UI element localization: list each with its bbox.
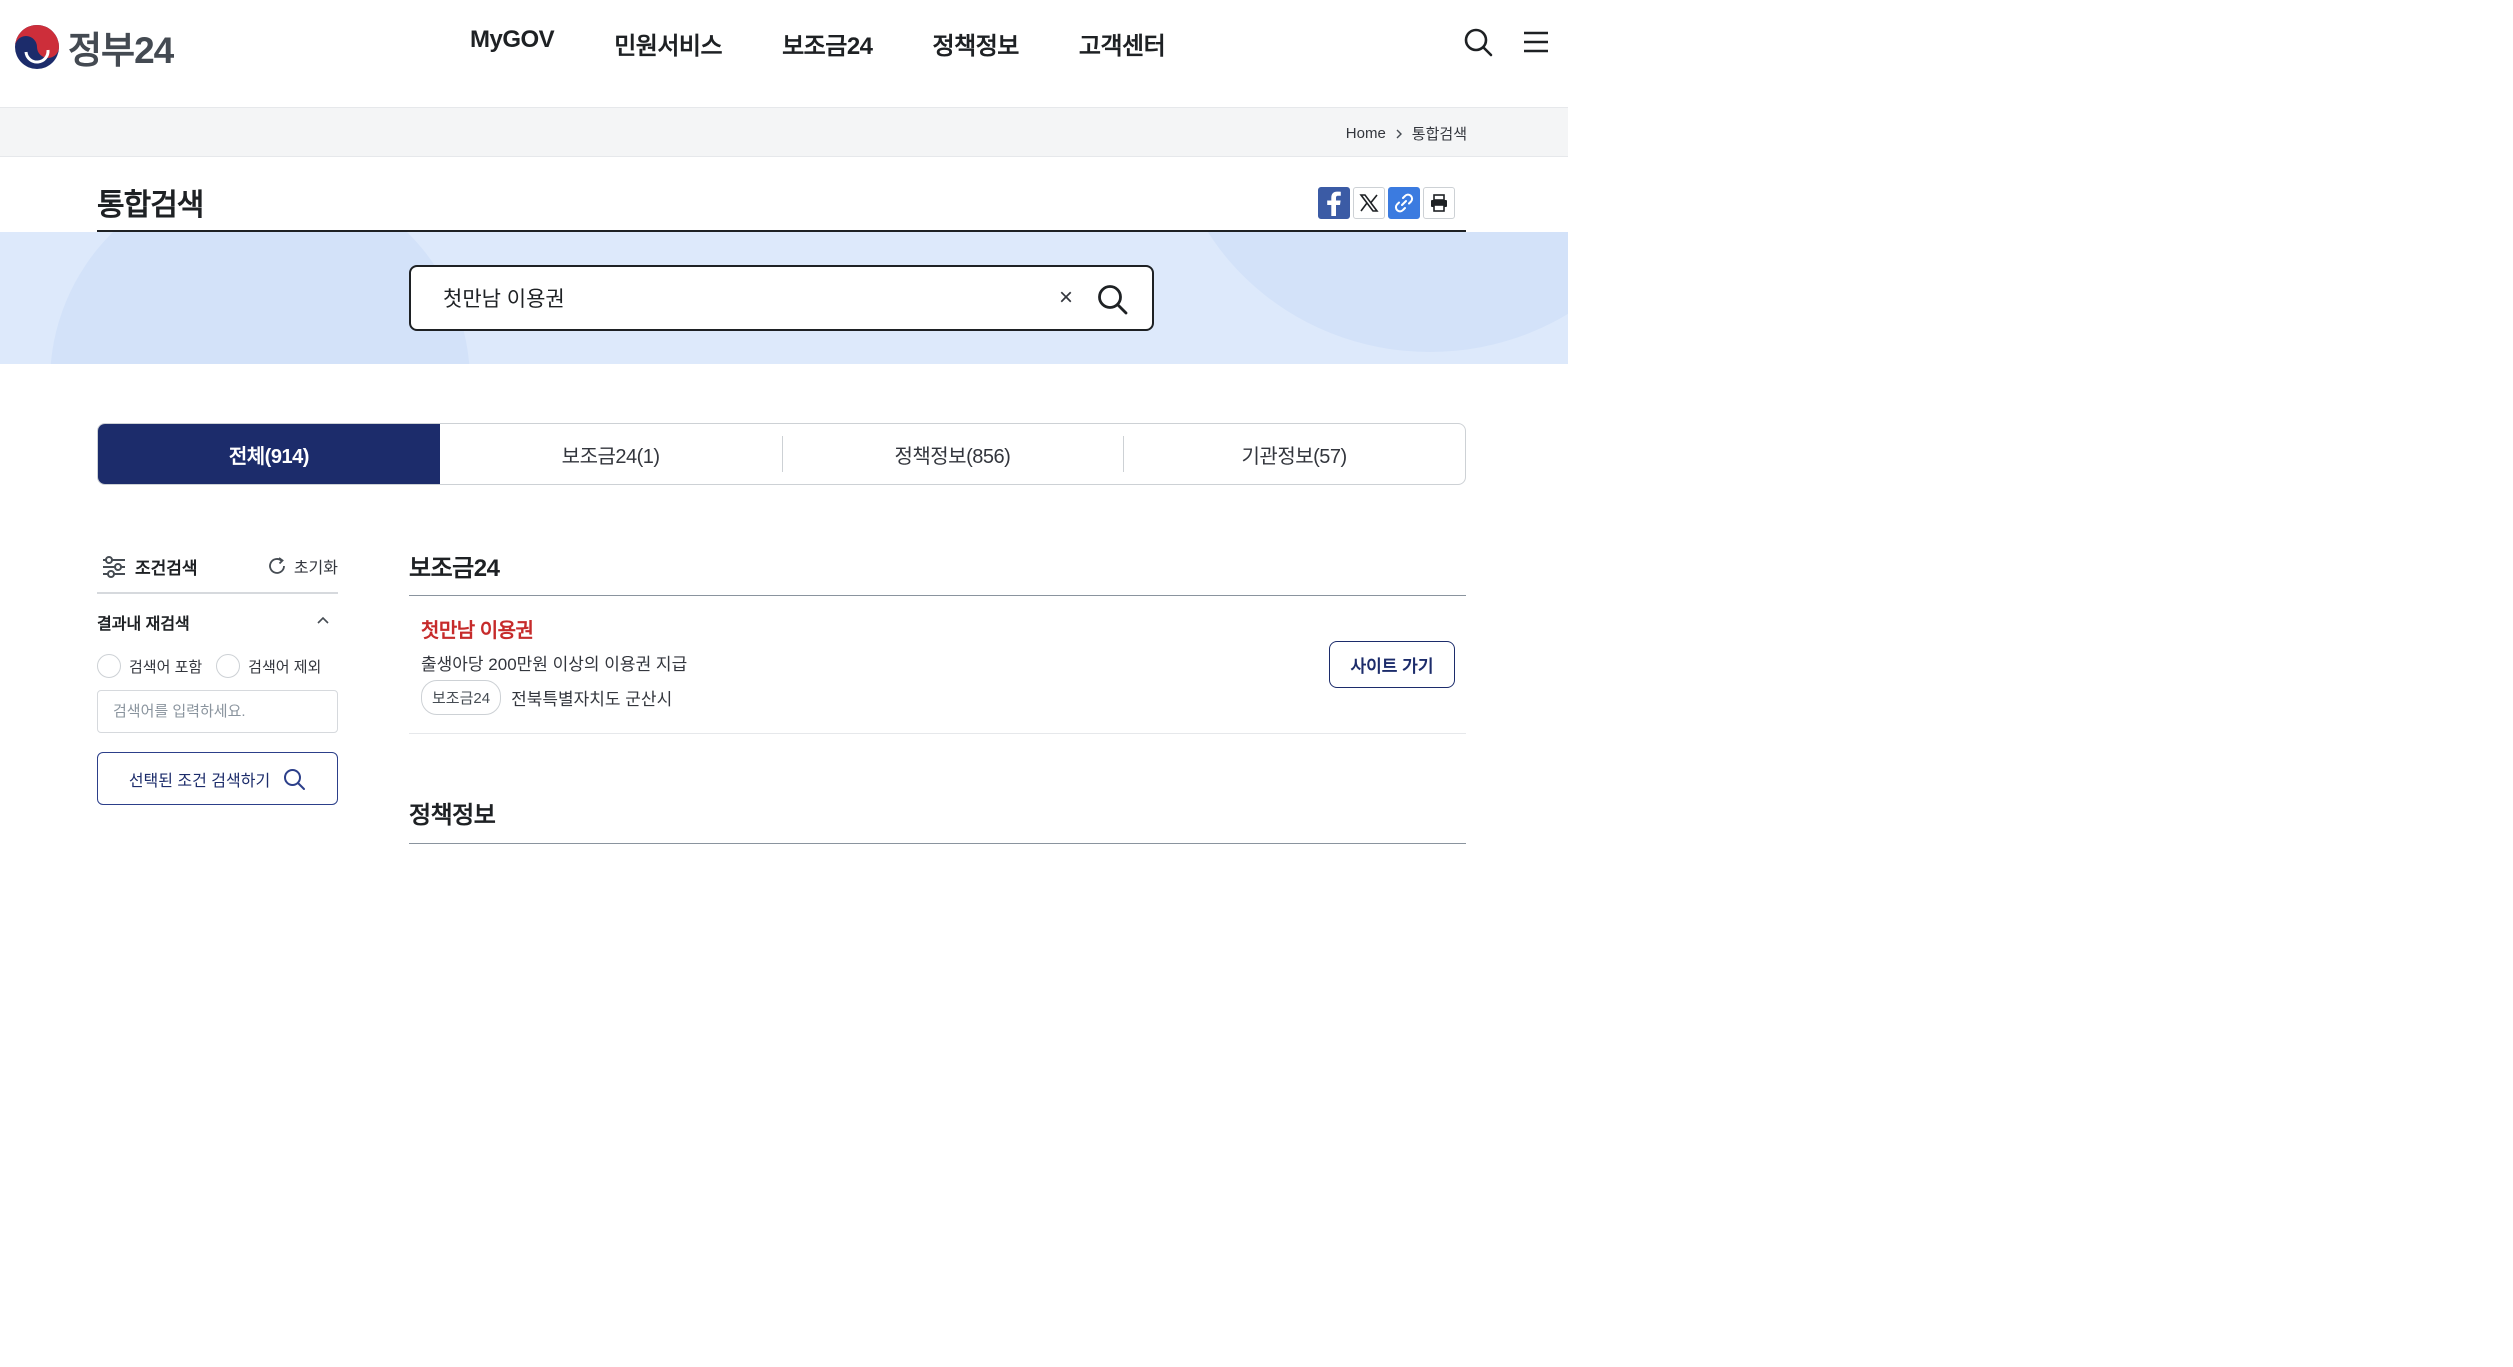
result-item: 첫만남 이용권 출생아당 200만원 이상의 이용권 지급 보조금24 전북특별… [409,596,1466,734]
section-title-subsidy24: 보조금24 [409,555,500,582]
filter-title: 조건검색 [101,554,198,579]
radio-exclude[interactable]: 검색어 제외 [216,654,321,678]
result-region: 전북특별자치도 군산시 [511,690,673,709]
reset-label: 초기화 [293,560,338,577]
logo-text: 정부24 [68,30,174,71]
refine-search-input[interactable] [97,690,338,733]
print-button[interactable] [1423,187,1455,219]
refresh-icon [268,557,285,574]
result-tabs: 전체(914) 보조금24(1) 정책정보(856) 기관정보(57) [97,423,1466,485]
search-submit-icon[interactable] [1095,282,1129,316]
x-logo-icon [1359,194,1379,212]
logo[interactable]: 정부24 [14,20,174,74]
nav-policy-info[interactable]: 정책정보 [933,26,1020,61]
sliders-icon [103,555,125,578]
tab-policy-info[interactable]: 정책정보(856) [781,424,1124,484]
keyword-mode-radios: 검색어 포함 검색어 제외 [97,654,321,678]
tab-all[interactable]: 전체(914) [98,424,440,484]
search-box: × [409,265,1154,331]
facebook-icon [1327,191,1341,216]
clear-search-button[interactable]: × [1059,284,1073,312]
filter-header: 조건검색 초기화 [97,550,338,594]
filter-title-label: 조건검색 [135,559,198,578]
result-description: 출생아당 200만원 이상의 이용권 지급 [421,655,688,674]
search-input[interactable] [441,285,1001,311]
nav-subsidy24[interactable]: 보조금24 [782,26,873,61]
breadcrumb: Home 통합검색 [1346,123,1467,144]
radio-exclude-circle[interactable] [216,654,241,678]
refine-search-label: 결과내 재검색 [97,616,190,633]
breadcrumb-current: 통합검색 [1411,126,1467,143]
x-share-button[interactable] [1353,187,1385,219]
radio-include-circle[interactable] [97,654,121,678]
tab-agency-info[interactable]: 기관정보(57) [1123,424,1465,484]
radio-exclude-label: 검색어 제외 [248,658,322,676]
nav-customer-center[interactable]: 고객센터 [1079,26,1166,61]
section-divider [409,843,1466,844]
condition-search-button[interactable]: 선택된 조건 검색하기 [97,752,338,805]
main-nav: MyGOV 민원서비스 보조금24 정책정보 고객센터 [470,26,1225,61]
reset-button[interactable]: 초기화 [266,554,338,578]
breadcrumb-bar: Home 통합검색 [0,108,1568,157]
category-tag: 보조금24 [421,680,502,715]
condition-search-label: 선택된 조건 검색하기 [128,772,271,790]
site-header: 정부24 MyGOV 민원서비스 보조금24 정책정보 고객센터 [0,0,1568,108]
nav-mygov[interactable]: MyGOV [470,26,555,61]
radio-include[interactable]: 검색어 포함 [97,654,202,678]
menu-icon[interactable] [1520,26,1552,58]
page-title: 통합검색 [97,189,204,222]
link-icon [1394,193,1414,213]
visit-site-button[interactable]: 사이트 가기 [1329,641,1455,688]
share-buttons [1318,187,1455,219]
nav-civil-service[interactable]: 민원서비스 [614,26,722,61]
chevron-right-icon [1396,129,1402,138]
section-title-policy-info: 정책정보 [409,802,496,829]
result-title-link[interactable]: 첫만남 이용권 [421,614,534,643]
decor-circle [1170,232,1568,352]
search-icon [284,768,306,790]
search-icon[interactable] [1462,26,1494,58]
decor-circle [50,232,470,364]
copy-link-button[interactable] [1388,187,1420,219]
tab-subsidy24[interactable]: 보조금24(1) [440,424,782,484]
chevron-up-icon[interactable] [315,612,331,628]
result-meta: 보조금24 전북특별자치도 군산시 [421,680,672,715]
breadcrumb-home[interactable]: Home [1346,125,1386,142]
radio-include-label: 검색어 포함 [129,658,203,676]
facebook-share-button[interactable] [1318,187,1350,219]
taegeuk-logo-icon [15,25,59,69]
printer-icon [1431,194,1447,212]
